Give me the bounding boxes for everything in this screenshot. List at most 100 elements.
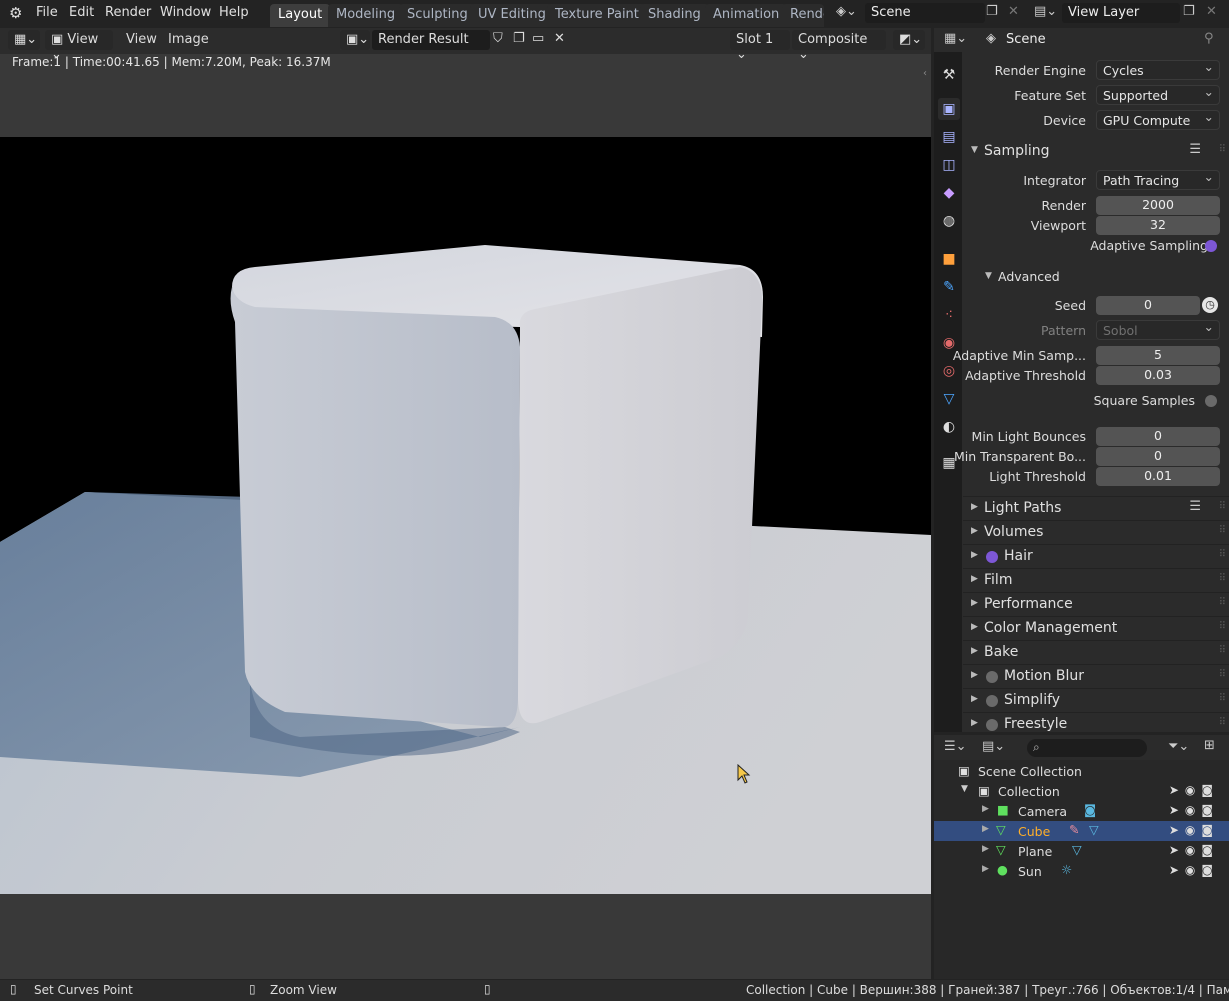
performance-panel-header[interactable]: ▶ Performance ⠿ — [963, 592, 1229, 616]
drag-handle-icon[interactable]: ⠿ — [1219, 573, 1226, 584]
tab-uv-editing[interactable]: UV Editing — [470, 4, 554, 27]
drag-handle-icon[interactable]: ⠿ — [1219, 669, 1226, 680]
color-management-panel-header[interactable]: ▶ Color Management ⠿ — [963, 616, 1229, 640]
output-tab-icon[interactable]: ▤ — [938, 126, 960, 148]
menu-window[interactable]: Window — [160, 5, 211, 20]
modifier-wrench-icon[interactable]: ✎ — [1069, 822, 1079, 837]
menu-edit[interactable]: Edit — [69, 5, 94, 20]
expand-triangle-icon[interactable]: ▶ — [982, 864, 989, 874]
menu-file[interactable]: File — [36, 5, 58, 20]
view-layer-browse-icon[interactable]: ▤⌄ — [1034, 4, 1057, 19]
expand-triangle-icon[interactable]: ▶ — [982, 804, 989, 814]
mesh-data-icon[interactable]: ▽ — [1072, 842, 1082, 857]
motion-blur-toggle[interactable] — [986, 671, 998, 683]
tab-sculpting[interactable]: Sculpting — [399, 4, 476, 27]
menu-help[interactable]: Help — [219, 5, 249, 20]
outliner-row-cube[interactable]: ▶ ▽ Cube ✎ ▽ ➤◉◙ — [934, 821, 1229, 841]
sun-data-icon[interactable]: ☼ — [1061, 862, 1072, 877]
light-threshold-field[interactable]: 0.01 — [1096, 467, 1220, 486]
open-folder-icon[interactable]: ▭ — [532, 31, 544, 46]
volumes-panel-header[interactable]: ▶ Volumes ⠿ — [963, 520, 1229, 544]
simplify-toggle[interactable] — [986, 695, 998, 707]
outliner-row-scene-collection[interactable]: ▣ Scene Collection — [934, 761, 1229, 781]
menu-image[interactable]: Image — [168, 32, 209, 47]
bake-panel-header[interactable]: ▶ Bake ⠿ — [963, 640, 1229, 664]
filter-icon[interactable]: ⏷⌄ — [1168, 739, 1189, 754]
material-tab-icon[interactable]: ◐ — [938, 416, 960, 438]
visibility-controls[interactable]: ➤◉◙ — [1169, 783, 1219, 797]
sidebar-toggle-icon[interactable]: ‹ — [923, 68, 927, 79]
visibility-controls[interactable]: ➤◉◙ — [1169, 803, 1219, 817]
seed-field[interactable]: 0 — [1096, 296, 1200, 315]
drag-handle-icon[interactable]: ⠿ — [1219, 645, 1226, 656]
tab-shading[interactable]: Shading — [640, 4, 709, 27]
view-mode-dropdown[interactable]: ▣ View ⌄ — [45, 30, 113, 62]
film-panel-header[interactable]: ▶ Film ⠿ — [963, 568, 1229, 592]
adaptive-min-samples-field[interactable]: 5 — [1096, 346, 1220, 365]
pin-icon[interactable]: ⚲ — [1204, 31, 1214, 46]
tool-tab-icon[interactable]: ⚒ — [938, 64, 960, 86]
outliner-search-input[interactable]: ⌕ — [1027, 739, 1147, 757]
render-tab-icon[interactable]: ▣ — [938, 98, 960, 120]
editor-type-icon[interactable]: ▦⌄ — [8, 30, 40, 50]
tab-layout[interactable]: Layout — [270, 4, 331, 27]
particles-tab-icon[interactable]: ⁖ — [938, 304, 960, 326]
tab-modeling[interactable]: Modeling — [328, 4, 404, 27]
scene-name-field[interactable]: Scene — [865, 3, 985, 23]
unlink-image-icon[interactable]: ✕ — [554, 31, 565, 46]
presets-icon[interactable]: ☰ — [1189, 499, 1201, 514]
new-view-layer-icon[interactable]: ❐ — [1183, 4, 1195, 19]
adaptive-threshold-field[interactable]: 0.03 — [1096, 366, 1220, 385]
advanced-subpanel-header[interactable]: ▼ Advanced — [977, 266, 1227, 290]
viewport-samples-field[interactable]: 32 — [1096, 216, 1220, 235]
new-collection-icon[interactable]: ⊞ — [1204, 738, 1215, 753]
outliner-row-camera[interactable]: ▶ ■ Camera ◙ ➤◉◙ — [934, 801, 1229, 821]
delete-scene-icon[interactable]: ✕ — [1008, 4, 1019, 19]
device-dropdown[interactable]: GPU Compute — [1096, 109, 1220, 130]
visibility-controls[interactable]: ➤◉◙ — [1169, 843, 1219, 857]
fake-user-shield-icon[interactable]: ⛉ — [493, 31, 503, 46]
tab-rendering[interactable]: Rende — [782, 4, 824, 27]
delete-view-layer-icon[interactable]: ✕ — [1206, 4, 1217, 19]
visibility-controls[interactable]: ➤◉◙ — [1169, 823, 1219, 837]
square-samples-toggle[interactable] — [1205, 395, 1217, 407]
drag-handle-icon[interactable]: ⠿ — [1219, 621, 1226, 632]
drag-handle-icon[interactable]: ⠿ — [1219, 501, 1226, 512]
camera-data-icon[interactable]: ◙ — [1084, 802, 1096, 817]
tab-animation[interactable]: Animation — [705, 4, 788, 27]
constraints-tab-icon[interactable]: ◎ — [938, 360, 960, 382]
blender-logo-icon[interactable]: ⚙ — [9, 4, 22, 22]
integrator-dropdown[interactable]: Path Tracing — [1096, 169, 1220, 190]
drag-handle-icon[interactable]: ⠿ — [1219, 597, 1226, 608]
motion-blur-panel-header[interactable]: ▶ Motion Blur ⠿ — [963, 664, 1229, 688]
render-engine-dropdown[interactable]: Cycles — [1096, 59, 1220, 80]
hair-panel-header[interactable]: ▶ Hair ⠿ — [963, 544, 1229, 568]
outliner-row-sun[interactable]: ▶ ● Sun ☼ ➤◉◙ — [934, 861, 1229, 881]
image-browse-icon[interactable]: ▣⌄ — [340, 30, 370, 50]
min-transparent-bounces-field[interactable]: 0 — [1096, 447, 1220, 466]
menu-view[interactable]: View — [126, 32, 157, 47]
pattern-dropdown[interactable]: Sobol — [1096, 319, 1220, 340]
outliner-row-plane[interactable]: ▶ ▽ Plane ▽ ➤◉◙ — [934, 841, 1229, 861]
outliner-row-collection[interactable]: ▼ ▣ Collection ➤◉◙ — [934, 781, 1229, 801]
simplify-panel-header[interactable]: ▶ Simplify ⠿ — [963, 688, 1229, 712]
expand-triangle-icon[interactable]: ▼ — [961, 784, 968, 794]
freestyle-panel-header[interactable]: ▶ Freestyle ⠿ — [963, 712, 1229, 732]
new-image-icon[interactable]: ❐ — [513, 31, 525, 46]
data-tab-icon[interactable]: ▽ — [938, 388, 960, 410]
tab-texture-paint[interactable]: Texture Paint — [547, 4, 647, 27]
feature-set-dropdown[interactable]: Supported — [1096, 84, 1220, 105]
visibility-controls[interactable]: ➤◉◙ — [1169, 863, 1219, 877]
drag-handle-icon[interactable]: ⠿ — [1219, 549, 1226, 560]
sampling-panel-header[interactable]: ▼ Sampling ☰ ⠿ — [963, 140, 1229, 164]
display-mode-icon[interactable]: ▤⌄ — [982, 739, 1005, 754]
new-scene-icon[interactable]: ❐ — [986, 4, 998, 19]
world-tab-icon[interactable]: ◍ — [938, 210, 960, 232]
animated-seed-clock-icon[interactable]: ◷ — [1202, 297, 1218, 313]
menu-render[interactable]: Render — [105, 5, 151, 20]
drag-handle-icon[interactable]: ⠿ — [1219, 525, 1226, 536]
scene-tab-icon[interactable]: ◆ — [938, 182, 960, 204]
adaptive-sampling-toggle[interactable] — [1205, 240, 1217, 252]
layer-dropdown[interactable]: Composite ⌄ — [792, 30, 886, 62]
presets-icon[interactable]: ☰ — [1189, 142, 1201, 157]
